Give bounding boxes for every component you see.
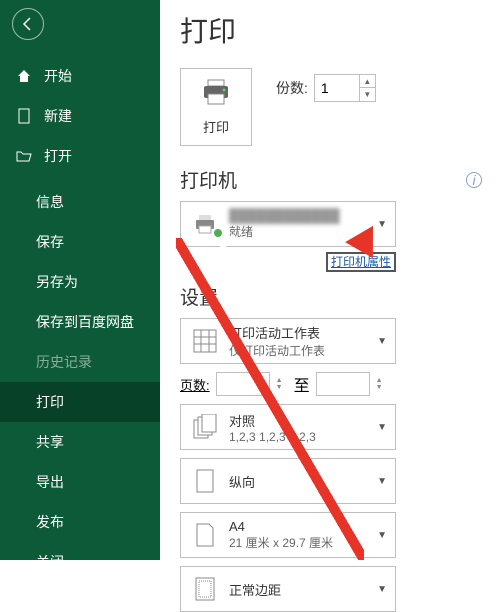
copies-input[interactable] <box>315 80 359 96</box>
page-icon <box>189 519 221 551</box>
copies-up[interactable]: ▲ <box>360 75 375 88</box>
paper-line1: A4 <box>229 519 373 534</box>
copies-label: 份数: <box>276 78 308 98</box>
printer-dropdown[interactable]: ████████████ 就绪 ▼ <box>180 201 396 247</box>
sidebar-item-share[interactable]: 共享 <box>0 422 160 462</box>
page-title: 打印 <box>180 10 500 50</box>
info-icon[interactable]: i <box>466 172 482 188</box>
nav-label: 开始 <box>44 66 72 86</box>
sidebar-item-publish[interactable]: 发布 <box>0 502 160 542</box>
sidebar-item-save[interactable]: 保存 <box>0 222 160 262</box>
chevron-down-icon: ▼ <box>377 530 387 541</box>
folder-icon <box>16 148 34 164</box>
up-caret-icon[interactable]: ▲ <box>276 377 288 384</box>
sidebar-item-close[interactable]: 关闭 <box>0 542 160 582</box>
print-what-line1: 打印活动工作表 <box>229 323 373 342</box>
collate-line2: 1,2,3 1,2,3 1,2,3 <box>229 430 373 444</box>
printer-status: 就绪 <box>229 223 373 240</box>
copies-down[interactable]: ▼ <box>360 88 375 101</box>
sidebar-item-baidu[interactable]: 保存到百度网盘 <box>0 302 160 342</box>
paper-line2: 21 厘米 x 29.7 厘米 <box>229 534 373 551</box>
printer-section-title: 打印机 i <box>180 166 500 193</box>
up-caret-icon[interactable]: ▲ <box>376 377 388 384</box>
sidebar-item-saveas[interactable]: 另存为 <box>0 262 160 302</box>
chevron-down-icon: ▼ <box>377 584 387 595</box>
sidebar-item-print[interactable]: 打印 <box>0 382 160 422</box>
sidebar-item-history: 历史记录 <box>0 342 160 382</box>
pages-label: 页数: <box>180 375 210 394</box>
down-caret-icon[interactable]: ▼ <box>376 384 388 391</box>
margins-icon <box>189 573 221 605</box>
home-icon <box>16 68 34 84</box>
margins-dropdown[interactable]: 正常边距 ▼ <box>180 566 396 612</box>
sidebar-item-open[interactable]: 打开 <box>0 136 160 176</box>
orientation-dropdown[interactable]: 纵向 ▼ <box>180 458 396 504</box>
printer-properties-link[interactable]: 打印机属性 <box>326 252 396 272</box>
margins-line1: 正常边距 <box>229 580 373 599</box>
chevron-down-icon: ▼ <box>377 336 387 347</box>
print-button[interactable]: 打印 <box>180 68 252 146</box>
pages-to-label: 至 <box>294 372 310 396</box>
printer-icon <box>200 78 232 111</box>
pages-from-input[interactable] <box>216 372 270 396</box>
pages-to-input[interactable] <box>316 372 370 396</box>
print-what-dropdown[interactable]: 打印活动工作表 仅打印活动工作表 ▼ <box>180 318 396 364</box>
back-button[interactable] <box>12 8 44 40</box>
chevron-down-icon: ▼ <box>377 422 387 433</box>
chevron-down-icon: ▼ <box>377 219 387 230</box>
chevron-down-icon: ▼ <box>377 476 387 487</box>
printer-status-icon <box>189 208 221 240</box>
collate-icon <box>189 411 221 443</box>
nav-label: 打开 <box>44 146 72 166</box>
paper-dropdown[interactable]: A4 21 厘米 x 29.7 厘米 ▼ <box>180 512 396 558</box>
down-caret-icon[interactable]: ▼ <box>276 384 288 391</box>
sheets-icon <box>189 325 221 357</box>
sidebar-item-export[interactable]: 导出 <box>0 462 160 502</box>
sidebar-item-home[interactable]: 开始 <box>0 56 160 96</box>
printer-name: ████████████ <box>229 208 373 223</box>
orientation-line1: 纵向 <box>229 472 373 491</box>
sidebar-item-new[interactable]: 新建 <box>0 96 160 136</box>
collate-dropdown[interactable]: 对照 1,2,3 1,2,3 1,2,3 ▼ <box>180 404 396 450</box>
nav-label: 新建 <box>44 106 72 126</box>
collate-line1: 对照 <box>229 411 373 430</box>
print-what-line2: 仅打印活动工作表 <box>229 342 373 359</box>
portrait-icon <box>189 465 221 497</box>
settings-section-title: 设置 <box>180 283 500 310</box>
status-ready-icon <box>213 228 223 238</box>
copies-spinner[interactable]: ▲ ▼ <box>314 74 376 102</box>
document-icon <box>16 108 34 124</box>
print-button-label: 打印 <box>203 117 229 136</box>
sidebar-item-info[interactable]: 信息 <box>0 182 160 222</box>
